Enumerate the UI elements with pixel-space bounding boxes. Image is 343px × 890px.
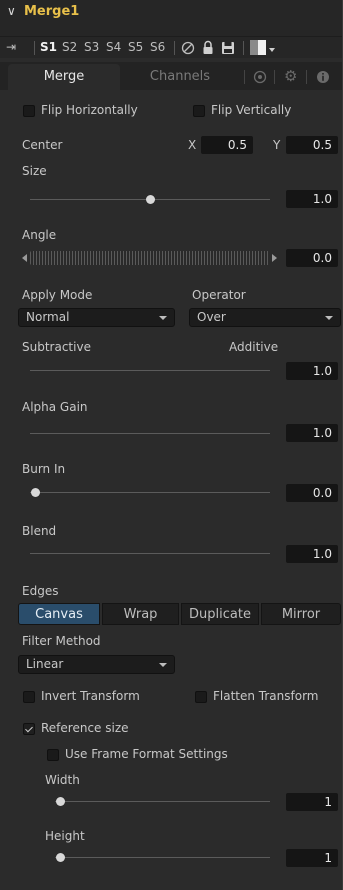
invert-transform-label: Invert Transform [41,689,140,703]
filter-method-value: Linear [26,657,64,671]
blend-slider[interactable] [30,553,270,554]
angle-decrease-icon[interactable] [22,254,27,262]
inspector-panel: ∨ Merge1 ⇥ S1 S2 S3 S4 S5 S6 Merge Chann… [0,0,343,890]
additive-label: Additive [229,340,279,354]
gear-icon[interactable]: ⚙ [284,67,297,85]
node-header: ∨ Merge1 [0,0,342,36]
subtractive-label: Subtractive [22,340,91,354]
operator-value: Over [197,310,226,324]
node-title[interactable]: Merge1 [24,4,79,19]
subtractive-additive-slider[interactable] [30,370,270,371]
chevron-down-icon [325,316,333,320]
filter-method-label: Filter Method [22,634,101,648]
flip-vertically-checkbox[interactable] [193,105,205,117]
tab-divider [244,70,245,84]
flatten-transform-label: Flatten Transform [213,689,319,703]
color-swatch-icon[interactable] [250,40,266,55]
subtractive-additive-value[interactable]: 1.0 [286,362,338,380]
height-slider[interactable] [55,857,270,858]
angle-thumbwheel[interactable] [30,251,270,265]
alpha-gain-value[interactable]: 1.0 [286,424,338,442]
info-icon[interactable] [316,70,330,84]
tab-bar: Merge Channels ⚙ [0,62,342,90]
collapse-chevron-icon[interactable]: ∨ [7,4,16,18]
version-slot-s1[interactable]: S1 [40,40,57,54]
width-slider[interactable] [55,801,270,802]
flip-horizontally-label: Flip Horizontally [41,103,138,117]
blend-value[interactable]: 1.0 [286,545,338,563]
flatten-transform-checkbox[interactable] [195,691,207,703]
center-x-field[interactable]: 0.5 [201,136,253,154]
image-settings-icon[interactable] [253,70,267,84]
tab-divider [274,70,275,84]
edges-duplicate-button[interactable]: Duplicate [181,603,259,625]
operator-label: Operator [192,288,246,302]
burn-in-value[interactable]: 0.0 [286,484,338,502]
flip-horizontally-checkbox[interactable] [23,105,35,117]
pin-icon[interactable]: ⇥ [6,40,16,54]
burn-in-thumb[interactable] [31,488,40,497]
edges-label: Edges [22,584,59,598]
center-y-field[interactable]: 0.5 [286,136,338,154]
alpha-gain-slider[interactable] [30,433,270,434]
edges-canvas-button[interactable]: Canvas [18,603,100,625]
version-slot-s6[interactable]: S6 [150,40,165,54]
width-label: Width [45,773,80,787]
flip-vertically-label: Flip Vertically [211,103,292,117]
height-thumb[interactable] [56,853,65,862]
angle-increase-icon[interactable] [272,254,277,262]
lock-icon[interactable] [202,40,214,55]
save-icon[interactable] [221,41,235,55]
toolbar-divider [174,41,175,55]
center-y-label: Y [273,138,281,152]
height-value[interactable]: 1 [286,849,338,867]
chevron-down-icon [159,663,167,667]
version-slot-s5[interactable]: S5 [128,40,143,54]
reference-size-checkbox[interactable] [23,723,35,735]
apply-mode-label: Apply Mode [22,288,93,302]
version-slot-s4[interactable]: S4 [106,40,121,54]
chevron-down-icon [159,316,167,320]
alpha-gain-label: Alpha Gain [22,400,88,414]
size-label: Size [22,164,47,178]
tab-divider [306,70,307,84]
size-slider-thumb[interactable] [146,195,155,204]
size-value-field[interactable]: 1.0 [286,190,338,208]
invert-transform-checkbox[interactable] [23,691,35,703]
height-label: Height [45,829,85,843]
toolbar-divider [34,41,35,55]
blend-label: Blend [22,524,57,538]
width-value[interactable]: 1 [286,793,338,811]
version-slot-s2[interactable]: S2 [62,40,77,54]
version-toolbar: ⇥ S1 S2 S3 S4 S5 S6 [0,36,342,58]
angle-value-field[interactable]: 0.0 [286,249,338,267]
reference-size-label: Reference size [41,721,129,735]
apply-mode-value: Normal [26,310,70,324]
version-slot-s3[interactable]: S3 [84,40,99,54]
angle-label: Angle [22,228,57,242]
burn-in-slider[interactable] [30,492,270,493]
filter-method-dropdown[interactable]: Linear [18,655,175,674]
tab-merge[interactable]: Merge [8,64,120,90]
toolbar-divider [243,41,244,55]
center-x-label: X [188,138,197,152]
use-frame-format-checkbox[interactable] [47,749,59,761]
disable-icon[interactable] [181,41,195,55]
chevron-down-icon[interactable] [269,48,275,52]
use-frame-format-label: Use Frame Format Settings [65,747,228,761]
edges-mirror-button[interactable]: Mirror [261,603,341,625]
tab-channels[interactable]: Channels [130,64,230,90]
operator-dropdown[interactable]: Over [189,308,341,327]
width-thumb[interactable] [56,797,65,806]
burn-in-label: Burn In [22,462,66,476]
apply-mode-dropdown[interactable]: Normal [18,308,175,327]
edges-wrap-button[interactable]: Wrap [102,603,179,625]
center-label: Center [22,138,63,152]
